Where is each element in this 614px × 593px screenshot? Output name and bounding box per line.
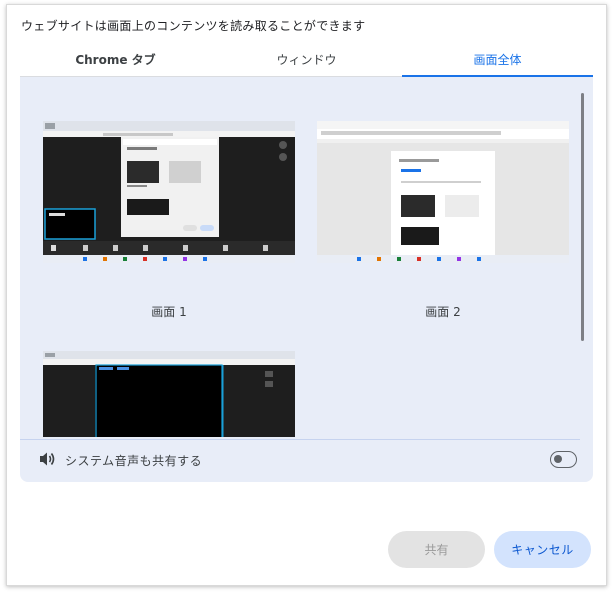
screen-share-dialog: ウェブサイトは画面上のコンテンツを読み取ることができます Chrome タブ ウ… [6,4,607,586]
tab-bar: Chrome タブ ウィンドウ 画面全体 [20,43,593,77]
share-button[interactable]: 共有 [388,531,485,568]
screen-3-thumbnail[interactable] [43,351,295,437]
screen-list-panel: 画面 1 画面 2 システム音声も共有する [20,77,593,482]
tab-window[interactable]: ウィンドウ [211,43,402,76]
system-audio-row: システム音声も共有する [20,440,593,480]
toggle-knob [554,455,562,463]
speaker-icon [38,451,56,471]
system-audio-label: システム音声も共有する [65,454,203,468]
cancel-button[interactable]: キャンセル [494,531,591,568]
screen-grid: 画面 1 画面 2 [20,77,580,437]
tab-chrome-tab[interactable]: Chrome タブ [20,43,211,76]
tab-entire-screen[interactable]: 画面全体 [402,43,593,77]
screen-2-label: 画面 2 [425,305,461,319]
screen-2-thumbnail[interactable] [317,121,569,263]
screen-1-label: 画面 1 [151,305,187,319]
screen-1-thumbnail[interactable] [43,121,295,263]
screen-1-preview [43,121,295,263]
scrollbar[interactable] [581,93,584,341]
screen-3-preview [43,351,295,437]
system-audio-toggle[interactable] [550,451,577,468]
screen-2-preview [317,121,569,263]
dialog-prompt: ウェブサイトは画面上のコンテンツを読み取ることができます [21,19,366,33]
